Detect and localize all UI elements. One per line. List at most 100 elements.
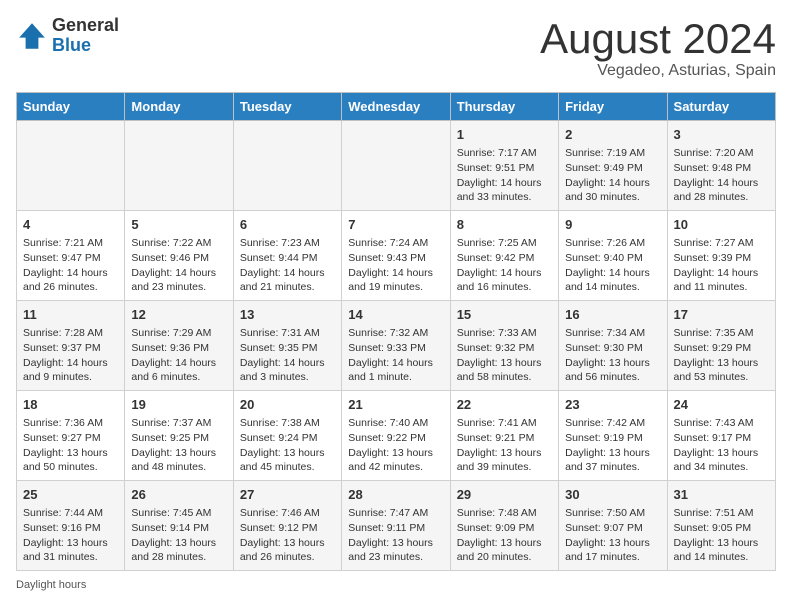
calendar-cell: 17Sunrise: 7:35 AMSunset: 9:29 PMDayligh…: [667, 301, 775, 391]
calendar-week-4: 18Sunrise: 7:36 AMSunset: 9:27 PMDayligh…: [17, 391, 776, 481]
day-number: 20: [240, 396, 335, 414]
day-number: 16: [565, 306, 660, 324]
calendar-cell: 4 Sunrise: 7:21 AMSunset: 9:47 PMDaylight…: [17, 211, 125, 301]
calendar-cell: [125, 121, 233, 211]
day-number: 24: [674, 396, 769, 414]
calendar-cell: 18Sunrise: 7:36 AMSunset: 9:27 PMDayligh…: [17, 391, 125, 481]
calendar-week-3: 11 Sunrise: 7:28 AMSunset: 9:37 PMDayligh…: [17, 301, 776, 391]
calendar-cell: 28 Sunrise: 7:47 AMSunset: 9:11 PMDayligh…: [342, 480, 450, 570]
day-info: Sunrise: 7:43 AMSunset: 9:17 PMDaylight:…: [674, 416, 769, 475]
calendar-cell: [342, 121, 450, 211]
calendar-cell: 20 Sunrise: 7:38 AMSunset: 9:24 PMDayligh…: [233, 391, 341, 481]
day-number: 6: [240, 216, 335, 234]
calendar-cell: 27Sunrise: 7:46 AMSunset: 9:12 PMDayligh…: [233, 480, 341, 570]
day-info: Sunrise: 7:40 AMSunset: 9:22 PMDaylight:…: [348, 416, 443, 475]
calendar-cell: 2 Sunrise: 7:19 AMSunset: 9:49 PMDaylight…: [559, 121, 667, 211]
logo: General Blue: [16, 16, 119, 56]
day-number: 15: [457, 306, 552, 324]
day-info: Sunrise: 7:32 AMSunset: 9:33 PMDaylight:…: [348, 326, 443, 385]
header-friday: Friday: [559, 93, 667, 121]
logo-general: General: [52, 16, 119, 36]
day-number: 21: [348, 396, 443, 414]
day-info: Sunrise: 7:44 AMSunset: 9:16 PMDaylight:…: [23, 506, 118, 565]
day-number: 19: [131, 396, 226, 414]
day-info: Sunrise: 7:42 AMSunset: 9:19 PMDaylight:…: [565, 416, 660, 475]
calendar-cell: 23 Sunrise: 7:42 AMSunset: 9:19 PMDayligh…: [559, 391, 667, 481]
day-number: 25: [23, 486, 118, 504]
calendar-cell: 13 Sunrise: 7:31 AMSunset: 9:35 PMDayligh…: [233, 301, 341, 391]
day-number: 30: [565, 486, 660, 504]
day-info: Sunrise: 7:37 AMSunset: 9:25 PMDaylight:…: [131, 416, 226, 475]
day-info: Sunrise: 7:36 AMSunset: 9:27 PMDaylight:…: [23, 416, 118, 475]
calendar-cell: 24 Sunrise: 7:43 AMSunset: 9:17 PMDayligh…: [667, 391, 775, 481]
day-number: 5: [131, 216, 226, 234]
day-info: Sunrise: 7:27 AMSunset: 9:39 PMDaylight:…: [674, 236, 769, 295]
month-year-title: August 2024: [540, 16, 776, 62]
calendar-cell: 22 Sunrise: 7:41 AMSunset: 9:21 PMDayligh…: [450, 391, 558, 481]
day-number: 1: [457, 126, 552, 144]
day-info: Sunrise: 7:21 AMSunset: 9:47 PMDaylight:…: [23, 236, 118, 295]
calendar-week-1: 1 Sunrise: 7:17 AMSunset: 9:51 PMDaylight…: [17, 121, 776, 211]
header-thursday: Thursday: [450, 93, 558, 121]
calendar-cell: 29Sunrise: 7:48 AMSunset: 9:09 PMDayligh…: [450, 480, 558, 570]
day-info: Sunrise: 7:50 AMSunset: 9:07 PMDaylight:…: [565, 506, 660, 565]
day-number: 11: [23, 306, 118, 324]
day-number: 28: [348, 486, 443, 504]
day-number: 7: [348, 216, 443, 234]
calendar-cell: 5 Sunrise: 7:22 AMSunset: 9:46 PMDaylight…: [125, 211, 233, 301]
day-number: 9: [565, 216, 660, 234]
calendar-cell: 21 Sunrise: 7:40 AMSunset: 9:22 PMDayligh…: [342, 391, 450, 481]
calendar-week-2: 4 Sunrise: 7:21 AMSunset: 9:47 PMDaylight…: [17, 211, 776, 301]
day-info: Sunrise: 7:23 AMSunset: 9:44 PMDaylight:…: [240, 236, 335, 295]
day-number: 8: [457, 216, 552, 234]
day-info: Sunrise: 7:22 AMSunset: 9:46 PMDaylight:…: [131, 236, 226, 295]
logo-text: General Blue: [52, 16, 119, 56]
calendar-table: SundayMondayTuesdayWednesdayThursdayFrid…: [16, 92, 776, 571]
logo-blue: Blue: [52, 36, 119, 56]
day-info: Sunrise: 7:34 AMSunset: 9:30 PMDaylight:…: [565, 326, 660, 385]
day-number: 3: [674, 126, 769, 144]
day-info: Sunrise: 7:41 AMSunset: 9:21 PMDaylight:…: [457, 416, 552, 475]
day-number: 2: [565, 126, 660, 144]
day-number: 22: [457, 396, 552, 414]
day-number: 26: [131, 486, 226, 504]
day-number: 13: [240, 306, 335, 324]
header-wednesday: Wednesday: [342, 93, 450, 121]
calendar-cell: 3 Sunrise: 7:20 AMSunset: 9:48 PMDaylight…: [667, 121, 775, 211]
calendar-cell: 15 Sunrise: 7:33 AMSunset: 9:32 PMDayligh…: [450, 301, 558, 391]
day-info: Sunrise: 7:38 AMSunset: 9:24 PMDaylight:…: [240, 416, 335, 475]
calendar-cell: 14Sunrise: 7:32 AMSunset: 9:33 PMDayligh…: [342, 301, 450, 391]
day-info: Sunrise: 7:46 AMSunset: 9:12 PMDaylight:…: [240, 506, 335, 565]
header-saturday: Saturday: [667, 93, 775, 121]
day-number: 4: [23, 216, 118, 234]
title-block: August 2024 Vegadeo, Asturias, Spain: [540, 16, 776, 80]
calendar-cell: 31Sunrise: 7:51 AMSunset: 9:05 PMDayligh…: [667, 480, 775, 570]
day-info: Sunrise: 7:28 AMSunset: 9:37 PMDaylight:…: [23, 326, 118, 385]
day-info: Sunrise: 7:45 AMSunset: 9:14 PMDaylight:…: [131, 506, 226, 565]
header-sunday: Sunday: [17, 93, 125, 121]
day-info: Sunrise: 7:20 AMSunset: 9:48 PMDaylight:…: [674, 146, 769, 205]
calendar-header-row: SundayMondayTuesdayWednesdayThursdayFrid…: [17, 93, 776, 121]
calendar-cell: 12Sunrise: 7:29 AMSunset: 9:36 PMDayligh…: [125, 301, 233, 391]
day-info: Sunrise: 7:17 AMSunset: 9:51 PMDaylight:…: [457, 146, 552, 205]
day-info: Sunrise: 7:33 AMSunset: 9:32 PMDaylight:…: [457, 326, 552, 385]
calendar-cell: 10 Sunrise: 7:27 AMSunset: 9:39 PMDayligh…: [667, 211, 775, 301]
day-number: 10: [674, 216, 769, 234]
day-info: Sunrise: 7:19 AMSunset: 9:49 PMDaylight:…: [565, 146, 660, 205]
calendar-cell: 25 Sunrise: 7:44 AMSunset: 9:16 PMDayligh…: [17, 480, 125, 570]
day-info: Sunrise: 7:24 AMSunset: 9:43 PMDaylight:…: [348, 236, 443, 295]
day-info: Sunrise: 7:26 AMSunset: 9:40 PMDaylight:…: [565, 236, 660, 295]
day-number: 29: [457, 486, 552, 504]
calendar-cell: 30 Sunrise: 7:50 AMSunset: 9:07 PMDayligh…: [559, 480, 667, 570]
calendar-cell: 11 Sunrise: 7:28 AMSunset: 9:37 PMDayligh…: [17, 301, 125, 391]
day-info: Sunrise: 7:35 AMSunset: 9:29 PMDaylight:…: [674, 326, 769, 385]
calendar-cell: [233, 121, 341, 211]
day-number: 23: [565, 396, 660, 414]
calendar-cell: [17, 121, 125, 211]
day-info: Sunrise: 7:47 AMSunset: 9:11 PMDaylight:…: [348, 506, 443, 565]
location-subtitle: Vegadeo, Asturias, Spain: [540, 62, 776, 80]
calendar-week-5: 25 Sunrise: 7:44 AMSunset: 9:16 PMDayligh…: [17, 480, 776, 570]
day-info: Sunrise: 7:31 AMSunset: 9:35 PMDaylight:…: [240, 326, 335, 385]
calendar-cell: 9 Sunrise: 7:26 AMSunset: 9:40 PMDaylight…: [559, 211, 667, 301]
calendar-cell: 16 Sunrise: 7:34 AMSunset: 9:30 PMDayligh…: [559, 301, 667, 391]
